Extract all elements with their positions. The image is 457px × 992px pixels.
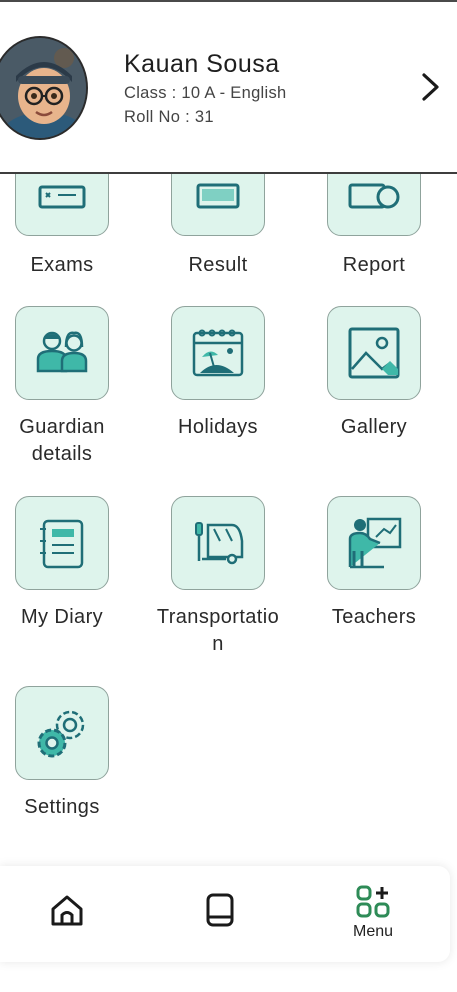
tile-transportation[interactable] — [171, 496, 265, 590]
teacher-icon — [348, 517, 402, 569]
tile-report-label: Report — [342, 254, 406, 276]
tile-gallery-label: Gallery — [340, 416, 408, 438]
tile-guardian-label-line1: Guardian — [19, 416, 105, 438]
home-icon — [51, 895, 83, 926]
class-info: Class : 10 A - English — [124, 84, 287, 102]
tile-holidays[interactable] — [171, 306, 265, 400]
profile-header[interactable]: Kauan Sousa Class : 10 A - English Roll … — [0, 2, 457, 172]
exam-icon — [38, 185, 86, 209]
tile-exams[interactable] — [15, 174, 109, 236]
roll-number: Roll No : 31 — [124, 108, 214, 126]
settings-icon — [37, 710, 85, 758]
report-icon — [348, 183, 400, 209]
nav-home-button[interactable] — [7, 866, 127, 962]
tile-guardian-details[interactable] — [15, 306, 109, 400]
student-name: Kauan Sousa — [124, 50, 280, 78]
tile-guardian-label-line2: details — [31, 443, 93, 465]
tile-gallery[interactable] — [327, 306, 421, 400]
nav-menu-button[interactable]: Menu — [313, 866, 433, 962]
tile-transportation-label-line2: n — [212, 633, 224, 655]
avatar[interactable] — [0, 36, 88, 140]
bottom-navigation: Menu — [0, 866, 450, 962]
menu-grid[interactable]: Exams Result Report Guardian details Hol… — [0, 174, 457, 864]
tile-transportation-label-line1: Transportatio — [156, 606, 280, 628]
tile-result-label: Result — [188, 254, 248, 276]
tile-report[interactable] — [327, 174, 421, 236]
book-icon — [206, 893, 234, 927]
tile-settings-label: Settings — [24, 796, 100, 818]
holiday-icon — [192, 329, 244, 377]
tile-settings[interactable] — [15, 686, 109, 780]
tile-exams-label: Exams — [30, 254, 94, 276]
tile-result[interactable] — [171, 174, 265, 236]
avatar-image — [0, 38, 86, 138]
diary-icon — [40, 519, 84, 569]
menu-grid-icon — [356, 885, 390, 918]
gallery-icon — [348, 327, 400, 379]
tile-teachers-label: Teachers — [331, 606, 417, 628]
result-icon — [196, 183, 240, 209]
bus-icon — [195, 522, 244, 565]
tile-my-diary[interactable] — [15, 496, 109, 590]
tile-holidays-label: Holidays — [178, 416, 258, 438]
chevron-right-icon[interactable] — [418, 72, 444, 102]
nav-menu-label: Menu — [352, 923, 394, 940]
guardian-icon — [36, 331, 88, 373]
tile-teachers[interactable] — [327, 496, 421, 590]
tile-my-diary-label: My Diary — [20, 606, 104, 628]
nav-book-button[interactable] — [160, 866, 280, 962]
